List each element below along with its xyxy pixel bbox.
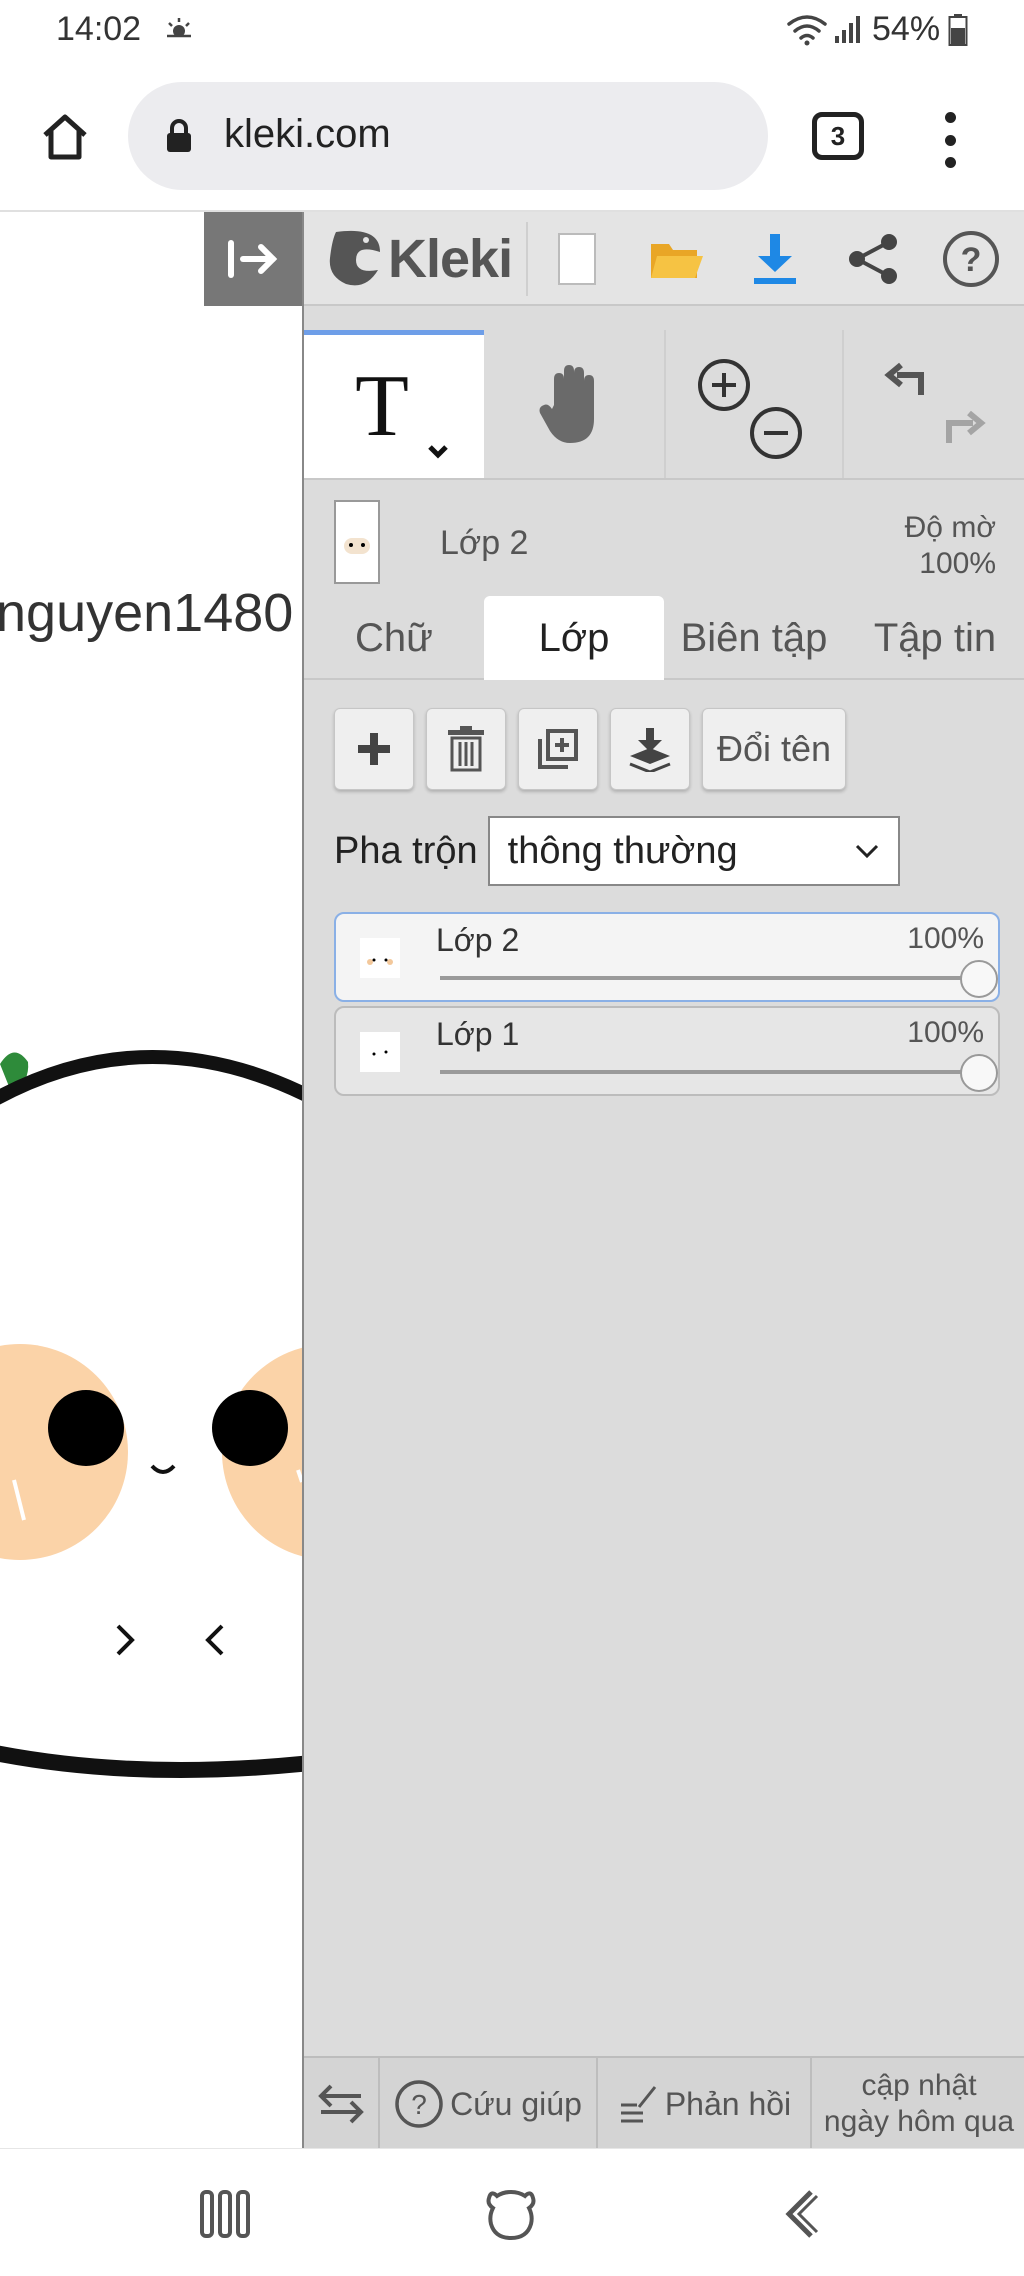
download-icon[interactable] — [746, 230, 804, 288]
weather-icon — [164, 14, 194, 44]
layer-actions: Đổi tên — [334, 708, 847, 790]
tab-layers[interactable]: Lớp — [484, 596, 664, 680]
collapse-panel-button[interactable] — [204, 212, 302, 306]
svg-text:?: ? — [411, 2089, 427, 2120]
tab-text[interactable]: Chữ — [304, 596, 484, 680]
layer-item-2[interactable]: Lớp 2 100% — [334, 912, 1000, 1002]
swap-side-button[interactable] — [304, 2058, 378, 2150]
home-icon[interactable] — [30, 102, 100, 172]
opacity-value: 100% — [919, 547, 996, 580]
hand-tool-icon — [539, 365, 594, 443]
layer-opacity-track[interactable] — [440, 976, 980, 980]
kleki-logo-icon — [329, 230, 380, 286]
system-navigation-bar — [0, 2148, 1024, 2276]
logo-text: Kleki — [388, 229, 513, 289]
duplicate-layer-icon — [538, 729, 578, 769]
tab-file[interactable]: Tập tin — [844, 596, 1024, 680]
panel-tabs: Chữ Lớp Biên tập Tập tin — [304, 586, 1024, 680]
add-layer-icon — [358, 733, 390, 765]
layer-thumbnail — [360, 938, 400, 978]
blend-mode-select[interactable]: thông thường — [487, 816, 900, 886]
swap-arrows-icon — [318, 2084, 364, 2124]
merge-down-icon — [629, 728, 671, 772]
update-line-2: ngày hôm qua — [823, 2105, 1015, 2138]
update-line-1: cập nhật — [861, 2069, 977, 2102]
address-bar[interactable]: kleki.com — [128, 82, 768, 190]
help-label: Cứu giúp — [450, 2085, 582, 2122]
current-layer-thumbnail — [334, 500, 380, 584]
layer-item-1[interactable]: Lớp 1 100% — [334, 1006, 1000, 1096]
recents-icon[interactable] — [190, 2179, 260, 2249]
home-bear-icon[interactable] — [476, 2179, 546, 2249]
layer-opacity-track[interactable] — [440, 1070, 980, 1074]
layer-opacity-slider-handle[interactable] — [960, 960, 998, 998]
help-icon[interactable]: ? — [942, 230, 1000, 288]
url-text: kleki.com — [224, 112, 391, 156]
chevron-down-icon — [855, 844, 878, 859]
new-file-icon[interactable] — [548, 230, 606, 288]
lock-icon — [164, 118, 194, 154]
kleki-panel: Kleki ? T Lớp 2 Độ mờ 100% Chữ Lớp Biên … — [302, 212, 1024, 2150]
help-circle-icon: ? — [395, 2080, 443, 2128]
signal-icon — [833, 14, 863, 44]
kleki-logo[interactable]: Kleki — [326, 226, 513, 292]
duplicate-layer-button[interactable] — [518, 708, 598, 790]
feedback-button[interactable]: Phản hồi — [598, 2058, 810, 2150]
hand-tool-button[interactable] — [484, 330, 664, 478]
battery-percent: 54% — [872, 10, 941, 48]
tab-switcher-button[interactable]: 3 — [812, 112, 864, 160]
rename-layer-button[interactable]: Đổi tên — [702, 708, 847, 790]
layer-name: Lớp 2 — [436, 922, 520, 958]
undo-icon[interactable] — [884, 362, 924, 395]
layer-thumbnail — [360, 1032, 400, 1072]
layer-opacity: 100% — [907, 1016, 984, 1049]
browser-toolbar: kleki.com 3 — [0, 60, 1024, 212]
svg-text:?: ? — [961, 241, 982, 279]
history-buttons — [844, 330, 1024, 478]
battery-icon — [948, 14, 968, 46]
drawing-canvas[interactable]: nguyen1480 — [0, 212, 302, 2148]
canvas-drawing — [0, 1050, 302, 1778]
current-layer-name: Lớp 2 — [440, 524, 529, 562]
text-tool-button[interactable]: T — [304, 330, 484, 478]
blend-mode-row: Pha trộn thông thường — [334, 816, 900, 886]
canvas-username-text: nguyen1480 — [0, 583, 294, 643]
add-layer-button[interactable] — [334, 708, 414, 790]
text-tool-icon: T — [355, 358, 448, 459]
blend-label: Pha trộn — [334, 829, 478, 872]
layer-opacity-slider-handle[interactable] — [960, 1054, 998, 1092]
status-bar: 14:02 54% — [0, 0, 1024, 60]
redo-icon[interactable] — [946, 410, 986, 443]
svg-text:T: T — [355, 358, 409, 455]
tab-edit[interactable]: Biên tập — [664, 596, 844, 680]
zoom-in-icon[interactable] — [698, 359, 750, 411]
merge-down-button[interactable] — [610, 708, 690, 790]
zoom-buttons — [666, 330, 842, 478]
tool-row: T — [304, 330, 1024, 480]
current-layer-info: Lớp 2 Độ mờ 100% — [304, 482, 1024, 584]
delete-layer-button[interactable] — [426, 708, 506, 790]
zoom-out-icon[interactable] — [750, 407, 802, 459]
layer-opacity-readout: Độ mờ 100% — [905, 510, 996, 582]
opacity-label: Độ mờ — [904, 511, 996, 544]
status-time: 14:02 — [56, 10, 142, 48]
help-button[interactable]: ? Cứu giúp — [380, 2058, 596, 2150]
share-icon[interactable] — [844, 230, 902, 288]
more-vert-icon[interactable] — [920, 110, 980, 170]
panel-bottom-bar: ? Cứu giúp Phản hồi cập nhật ngày hôm qu… — [304, 2056, 1024, 2150]
feedback-pencil-icon — [620, 2086, 656, 2123]
update-text: cập nhật ngày hôm qua — [824, 2068, 1014, 2140]
open-folder-icon[interactable] — [648, 230, 706, 288]
update-info[interactable]: cập nhật ngày hôm qua — [812, 2058, 1024, 2150]
delete-layer-icon — [448, 726, 484, 772]
layer-opacity: 100% — [907, 922, 984, 955]
layer-name: Lớp 1 — [436, 1016, 520, 1052]
feedback-label: Phản hồi — [664, 2085, 792, 2122]
back-icon[interactable] — [764, 2179, 834, 2249]
wifi-icon — [785, 12, 829, 46]
blend-mode-value: thông thường — [507, 829, 738, 872]
app-toolbar: Kleki ? — [304, 212, 1024, 306]
